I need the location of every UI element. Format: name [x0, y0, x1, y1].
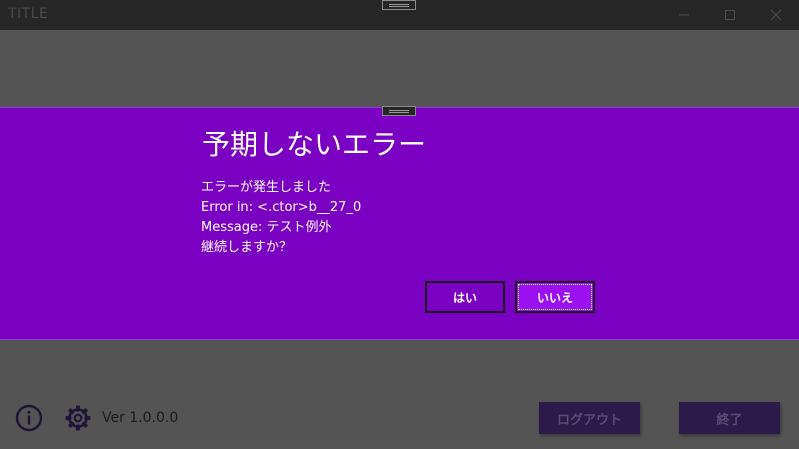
message-line: エラーが発生しました — [201, 180, 332, 195]
dialog-drag-handle[interactable] — [382, 106, 416, 116]
close-button[interactable] — [753, 0, 799, 30]
info-icon[interactable] — [15, 404, 43, 432]
exit-button[interactable]: 終了 — [679, 402, 780, 434]
version-label: Ver 1.0.0.0 — [102, 410, 179, 426]
drag-handle[interactable] — [382, 0, 416, 10]
message-line: 継続しますか？ — [201, 240, 293, 255]
gear-icon[interactable] — [64, 404, 92, 432]
dialog-title: 予期しないエラー — [202, 128, 427, 161]
maximize-icon — [725, 10, 735, 20]
maximize-button[interactable] — [707, 0, 753, 30]
minimize-icon — [679, 14, 689, 16]
yes-button[interactable]: はい — [425, 281, 505, 313]
close-icon — [771, 10, 781, 20]
logout-button[interactable]: ログアウト — [539, 402, 640, 434]
app-window: TITLE 予期しないエラー エラーが発生しました Error in: <.ct… — [0, 0, 799, 449]
dialog-message: エラーが発生しました Error in: <.ctor>b__27_0 Mess… — [201, 178, 361, 258]
no-button[interactable]: いいえ — [515, 281, 595, 313]
message-line: Message: テスト例外 — [201, 220, 332, 235]
window-title: TITLE — [8, 6, 49, 22]
message-line: Error in: <.ctor>b__27_0 — [201, 200, 362, 215]
error-dialog: 予期しないエラー エラーが発生しました Error in: <.ctor>b__… — [0, 107, 799, 340]
minimize-button[interactable] — [661, 0, 707, 30]
